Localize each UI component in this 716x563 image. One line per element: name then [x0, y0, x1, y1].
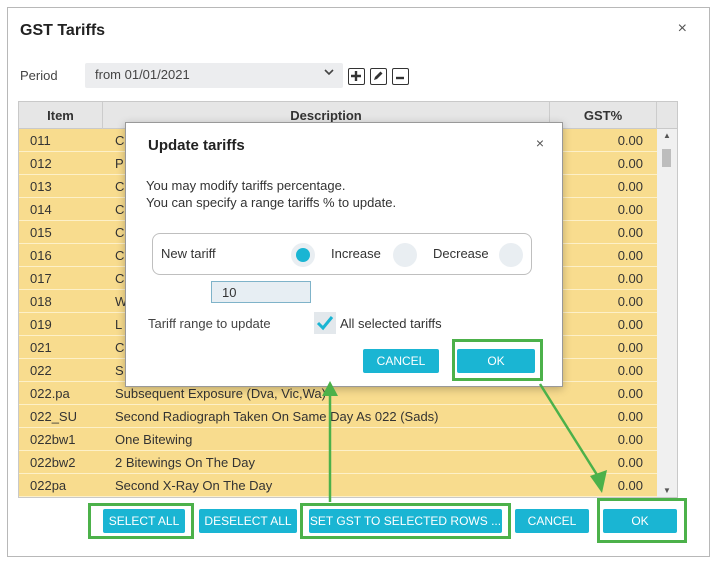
- arrow-head-up: [322, 381, 338, 396]
- annotation-arrows: [322, 381, 607, 502]
- arrow-head-down: [590, 470, 607, 493]
- arrow-line-down: [538, 383, 601, 479]
